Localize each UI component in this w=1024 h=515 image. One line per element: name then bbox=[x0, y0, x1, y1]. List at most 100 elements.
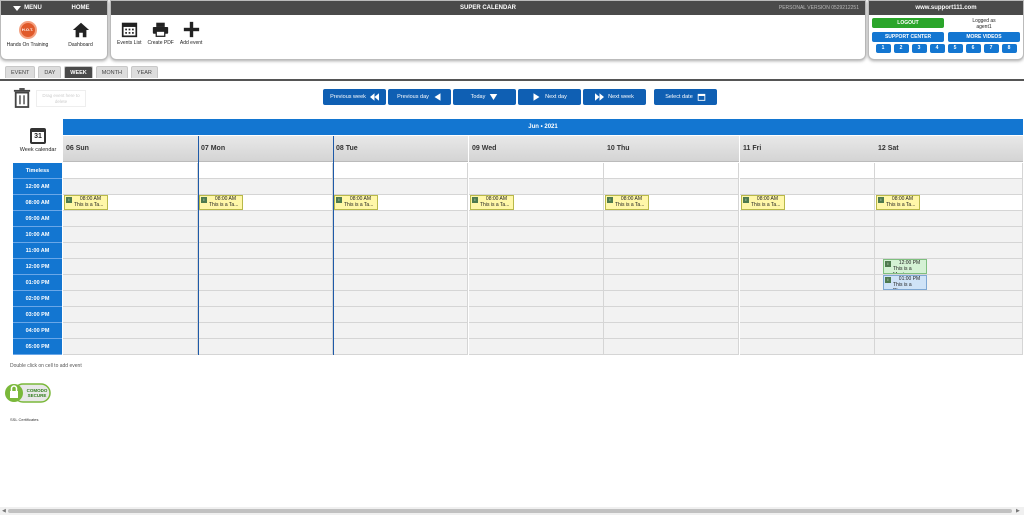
tab-month[interactable]: MONTH bbox=[95, 66, 128, 78]
page-button[interactable]: 3 bbox=[911, 44, 927, 53]
event-info-icon[interactable]: i bbox=[878, 197, 884, 203]
scroll-left-icon[interactable]: ◀ bbox=[2, 508, 6, 514]
next-day-button[interactable]: Next day bbox=[518, 89, 581, 105]
event-info-icon[interactable]: i bbox=[743, 197, 749, 203]
scrollbar-thumb[interactable] bbox=[8, 509, 1012, 513]
calendar-cell[interactable] bbox=[875, 323, 1023, 339]
day-header[interactable]: 08 Tue bbox=[333, 136, 468, 162]
page-button[interactable]: 7 bbox=[983, 44, 999, 53]
create-pdf-button[interactable]: Create PDF bbox=[147, 21, 174, 46]
calendar-cell[interactable] bbox=[604, 227, 739, 243]
calendar-cell[interactable] bbox=[63, 323, 198, 339]
calendar-cell[interactable] bbox=[63, 307, 198, 323]
calendar-cell[interactable] bbox=[875, 339, 1023, 355]
calendar-event[interactable]: i 08:00 AM This is a Ta... bbox=[199, 195, 243, 210]
calendar-cell[interactable] bbox=[469, 211, 604, 227]
calendar-cell[interactable] bbox=[469, 307, 604, 323]
calendar-cell[interactable] bbox=[333, 227, 468, 243]
menu-item-dashboard[interactable]: Dashboard bbox=[54, 21, 107, 48]
calendar-cell[interactable] bbox=[63, 227, 198, 243]
home-link[interactable]: HOME bbox=[54, 5, 107, 11]
page-button[interactable]: 8 bbox=[1001, 44, 1017, 53]
event-info-icon[interactable]: i bbox=[66, 197, 72, 203]
calendar-cell[interactable] bbox=[604, 291, 739, 307]
calendar-cell[interactable] bbox=[469, 243, 604, 259]
calendar-cell[interactable] bbox=[740, 275, 875, 291]
previous-day-button[interactable]: Previous day bbox=[388, 89, 451, 105]
calendar-cell[interactable] bbox=[333, 163, 468, 179]
calendar-cell[interactable] bbox=[469, 163, 604, 179]
calendar-cell[interactable] bbox=[469, 291, 604, 307]
calendar-cell[interactable] bbox=[875, 243, 1023, 259]
event-info-icon[interactable]: i bbox=[472, 197, 478, 203]
calendar-cell[interactable] bbox=[198, 291, 333, 307]
event-info-icon[interactable]: i bbox=[885, 277, 891, 283]
calendar-cell[interactable] bbox=[875, 291, 1023, 307]
calendar-cell[interactable] bbox=[333, 275, 468, 291]
day-header[interactable]: 10 Thu bbox=[604, 136, 739, 162]
events-list-button[interactable]: Events List bbox=[117, 21, 141, 46]
page-button[interactable]: 5 bbox=[947, 44, 963, 53]
menu-item-hands-on-training[interactable]: H.O.T. Hands On Training bbox=[1, 21, 54, 48]
page-button[interactable]: 4 bbox=[929, 44, 945, 53]
select-date-button[interactable]: Select date bbox=[654, 89, 717, 105]
calendar-cell[interactable] bbox=[740, 259, 875, 275]
calendar-cell[interactable] bbox=[198, 211, 333, 227]
calendar-cell[interactable] bbox=[740, 243, 875, 259]
calendar-cell[interactable] bbox=[875, 163, 1023, 179]
calendar-cell[interactable] bbox=[333, 259, 468, 275]
day-header[interactable]: 11 Fri bbox=[740, 136, 875, 162]
calendar-cell[interactable] bbox=[63, 339, 198, 355]
calendar-event[interactable]: i 08:00 AM This is a Ta... bbox=[470, 195, 514, 210]
previous-week-button[interactable]: Previous week bbox=[323, 89, 386, 105]
calendar-cell[interactable] bbox=[604, 275, 739, 291]
calendar-cell[interactable] bbox=[469, 259, 604, 275]
calendar-cell[interactable] bbox=[469, 323, 604, 339]
calendar-cell[interactable] bbox=[63, 243, 198, 259]
page-button[interactable]: 6 bbox=[965, 44, 981, 53]
calendar-cell[interactable] bbox=[198, 307, 333, 323]
calendar-cell[interactable] bbox=[333, 291, 468, 307]
day-header[interactable]: 07 Mon bbox=[198, 136, 333, 162]
calendar-cell[interactable] bbox=[198, 227, 333, 243]
event-info-icon[interactable]: i bbox=[201, 197, 207, 203]
calendar-cell[interactable] bbox=[333, 323, 468, 339]
calendar-cell[interactable] bbox=[198, 339, 333, 355]
calendar-cell[interactable] bbox=[740, 211, 875, 227]
calendar-cell[interactable] bbox=[333, 243, 468, 259]
calendar-cell[interactable] bbox=[604, 163, 739, 179]
calendar-event[interactable]: i12:00 PMThis is a Meet... bbox=[883, 259, 927, 274]
calendar-cell[interactable] bbox=[875, 179, 1023, 195]
calendar-cell[interactable] bbox=[333, 211, 468, 227]
calendar-cell[interactable] bbox=[198, 179, 333, 195]
site-link[interactable]: www.support111.com bbox=[915, 5, 976, 11]
calendar-cell[interactable] bbox=[333, 179, 468, 195]
day-header[interactable]: 09 Wed bbox=[469, 136, 604, 162]
ssl-certificates-link[interactable]: SSL Certificates bbox=[10, 417, 39, 422]
calendar-cell[interactable] bbox=[198, 323, 333, 339]
more-videos-button[interactable]: MORE VIDEOS bbox=[948, 32, 1020, 42]
calendar-cell[interactable] bbox=[63, 259, 198, 275]
calendar-cell[interactable] bbox=[198, 259, 333, 275]
calendar-cell[interactable] bbox=[333, 339, 468, 355]
calendar-cell[interactable] bbox=[333, 307, 468, 323]
tab-event[interactable]: EVENT bbox=[5, 66, 36, 78]
trash-icon[interactable] bbox=[13, 88, 31, 108]
calendar-cell[interactable] bbox=[604, 179, 739, 195]
calendar-cell[interactable] bbox=[604, 339, 739, 355]
calendar-cell[interactable] bbox=[604, 211, 739, 227]
add-event-button[interactable]: Add event bbox=[180, 21, 202, 46]
calendar-cell[interactable] bbox=[469, 227, 604, 243]
page-button[interactable]: 2 bbox=[893, 44, 909, 53]
calendar-cell[interactable] bbox=[740, 163, 875, 179]
event-info-icon[interactable]: i bbox=[885, 261, 891, 267]
tab-week[interactable]: WEEK bbox=[64, 66, 93, 78]
calendar-cell[interactable] bbox=[604, 259, 739, 275]
logout-button[interactable]: LOGOUT bbox=[872, 18, 944, 28]
calendar-cell[interactable] bbox=[63, 163, 198, 179]
calendar-cell[interactable] bbox=[63, 211, 198, 227]
calendar-cell[interactable] bbox=[740, 291, 875, 307]
calendar-cell[interactable] bbox=[740, 227, 875, 243]
calendar-cell[interactable] bbox=[740, 179, 875, 195]
calendar-event[interactable]: i 08:00 AM This is a Ta... bbox=[741, 195, 785, 210]
